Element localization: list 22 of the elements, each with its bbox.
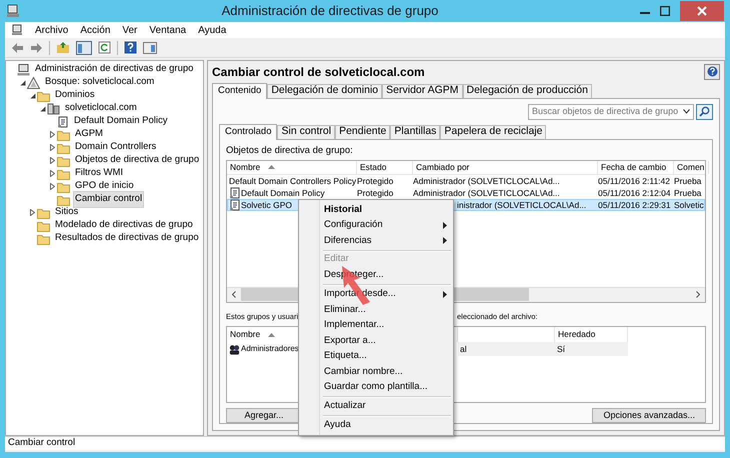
table-cell: Administrador (SOLVETICLOCAL\Ad... (413, 188, 560, 197)
table-cell: 05/11/2016 2:12:04 (598, 188, 671, 197)
table-cell: al (460, 342, 467, 356)
table-cell: Prueba (674, 176, 702, 185)
search-placeholder: Buscar objetos de directiva de grupo (532, 104, 678, 118)
table-cell: Prueba (674, 188, 702, 197)
table-cell: Default Domain Policy (241, 188, 325, 197)
table-cell: Administradores (241, 343, 299, 355)
table-cell: Administrador (SOLVETICLOCAL\Ad... (413, 176, 560, 185)
table-cell: Protegido (357, 176, 394, 185)
table-cell: Default Domain Controllers Policy (229, 176, 356, 185)
status-text: Cambiar control (8, 436, 76, 450)
table-cell: Sí (557, 342, 566, 356)
table-cell: Solvetic GPO (241, 200, 292, 209)
table-cell: 05/11/2016 2:29:31 (598, 200, 671, 209)
table-cell: inistrador (SOLVETICLOCAL\Ad... (457, 200, 586, 209)
table-cell: Solvetic (674, 200, 704, 209)
table-cell: 05/11/2016 2:11:42 (598, 176, 670, 185)
table-cell: Protegido (357, 188, 394, 197)
panel-title: Cambiar control de solveticlocal.com (212, 64, 425, 81)
window-title: Administración de directivas de grupo (220, 2, 440, 20)
section-label: Objetos de directiva de grupo: (226, 144, 354, 158)
